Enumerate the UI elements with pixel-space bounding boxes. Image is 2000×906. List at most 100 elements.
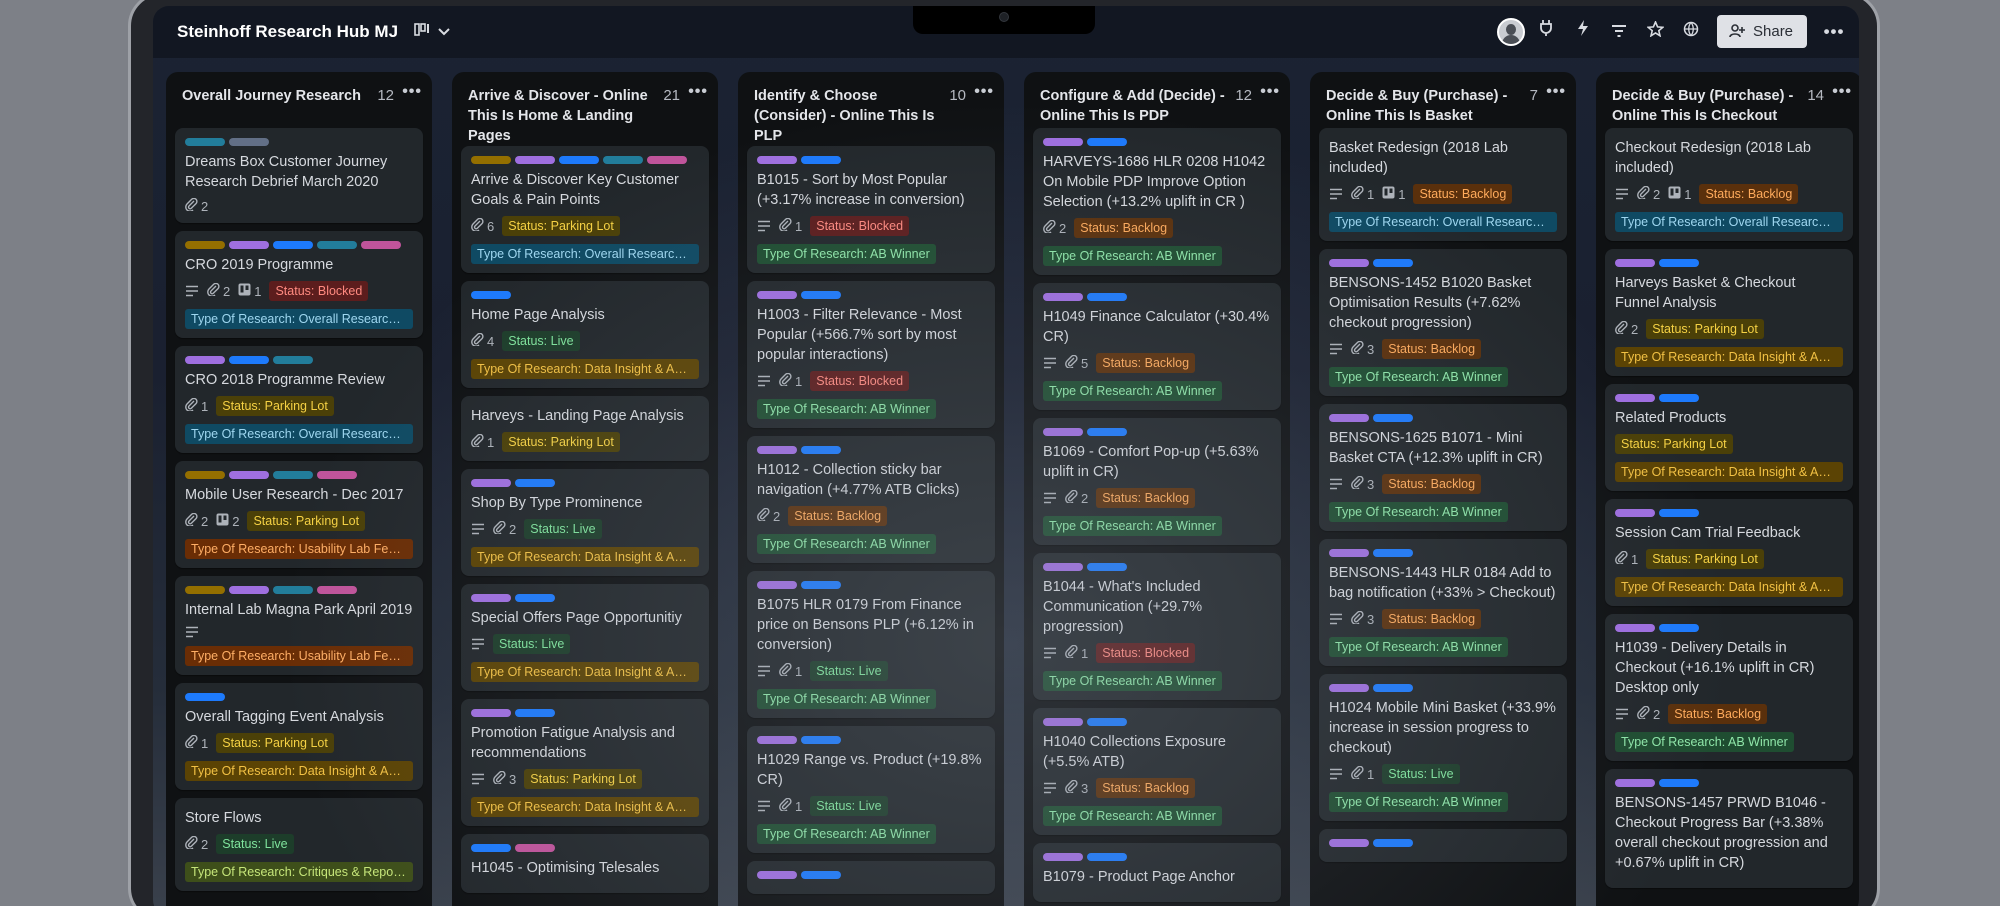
card-labels[interactable]: [471, 156, 699, 164]
card[interactable]: Special Offers Page Opportunitiy Status: …: [461, 584, 709, 691]
list-column[interactable]: Decide & Buy (Purchase) - Online This Is…: [1596, 72, 1859, 906]
card[interactable]: HARVEYS-1686 HLR 0208 H1042 On Mobile PD…: [1033, 128, 1281, 275]
card[interactable]: Home Page Analysis 4 Status: Live Type Of R…: [461, 281, 709, 388]
list-column[interactable]: Arrive & Discover - Online This Is Home …: [452, 72, 718, 906]
list-column[interactable]: Configure & Add (Decide) - Online This I…: [1024, 72, 1290, 906]
card-labels[interactable]: [1615, 624, 1843, 632]
label-blue[interactable]: [471, 844, 511, 852]
label-pink[interactable]: [361, 241, 401, 249]
card[interactable]: H1049 Finance Calculator (+30.4% CR) 5 Sta…: [1033, 283, 1281, 410]
label-pink[interactable]: [317, 471, 357, 479]
card[interactable]: Related Products Status: Parking Lot Type …: [1605, 384, 1853, 491]
card-labels[interactable]: [471, 291, 699, 299]
card-labels[interactable]: [1615, 394, 1843, 402]
card[interactable]: Arrive & Discover Key Customer Goals & P…: [461, 146, 709, 273]
label-blue[interactable]: [1087, 428, 1127, 436]
label-purple[interactable]: [1329, 414, 1369, 422]
list-column[interactable]: Identify & Choose (Consider) - Online Th…: [738, 72, 1004, 906]
card-labels[interactable]: [757, 446, 985, 454]
label-teal[interactable]: [273, 356, 313, 364]
automation-icon[interactable]: [1570, 19, 1596, 45]
label-teal[interactable]: [317, 241, 357, 249]
label-purple[interactable]: [229, 241, 269, 249]
label-pink[interactable]: [515, 844, 555, 852]
card-labels[interactable]: [185, 471, 413, 479]
label-purple[interactable]: [185, 356, 225, 364]
share-button[interactable]: Share: [1717, 15, 1807, 48]
card-labels[interactable]: [1329, 259, 1557, 267]
card-labels[interactable]: [1329, 414, 1557, 422]
list-title[interactable]: Decide & Buy (Purchase) - Online This Is…: [1612, 88, 1793, 124]
label-purple[interactable]: [1329, 549, 1369, 557]
card[interactable]: [747, 861, 995, 894]
chevron-down-icon[interactable]: [431, 19, 457, 45]
label-blue[interactable]: [801, 581, 841, 589]
label-purple[interactable]: [229, 471, 269, 479]
card-labels[interactable]: [1043, 138, 1271, 146]
card[interactable]: CRO 2019 Programme 2 1 Status: Blocked Type …: [175, 231, 423, 338]
card[interactable]: H1012 - Collection sticky bar navigation…: [747, 436, 995, 563]
label-purple[interactable]: [757, 156, 797, 164]
card-labels[interactable]: [185, 241, 413, 249]
card[interactable]: Dreams Box Customer Journey Research Deb…: [175, 128, 423, 223]
card[interactable]: CRO 2018 Programme Review 1 Status: Parkin…: [175, 346, 423, 453]
card-labels[interactable]: [757, 736, 985, 744]
member-avatar[interactable]: [1497, 18, 1525, 46]
filter-icon[interactable]: [1606, 19, 1632, 45]
list-title[interactable]: Identify & Choose (Consider) - Online Th…: [754, 88, 934, 144]
card[interactable]: Internal Lab Magna Park April 2019 Type O…: [175, 576, 423, 675]
label-purple[interactable]: [1329, 684, 1369, 692]
label-purple[interactable]: [1615, 624, 1655, 632]
label-blue[interactable]: [1373, 684, 1413, 692]
list-header[interactable]: Decide & Buy (Purchase) - Online This Is…: [1596, 72, 1859, 128]
label-purple[interactable]: [229, 586, 269, 594]
card-labels[interactable]: [1043, 853, 1271, 861]
more-icon[interactable]: •••: [1821, 19, 1847, 45]
label-blue[interactable]: [1659, 259, 1699, 267]
card[interactable]: B1075 HLR 0179 From Finance price on Ben…: [747, 571, 995, 718]
label-olive[interactable]: [185, 241, 225, 249]
label-teal[interactable]: [273, 471, 313, 479]
list-more-icon[interactable]: •••: [1832, 82, 1852, 102]
card-labels[interactable]: [185, 138, 413, 146]
card[interactable]: BENSONS-1625 B1071 - Mini Basket CTA (+1…: [1319, 404, 1567, 531]
label-blue[interactable]: [229, 356, 269, 364]
card-labels[interactable]: [1615, 509, 1843, 517]
label-blue[interactable]: [1373, 414, 1413, 422]
card[interactable]: H1039 - Delivery Details in Checkout (+1…: [1605, 614, 1853, 761]
label-blue[interactable]: [1659, 394, 1699, 402]
label-blue[interactable]: [273, 241, 313, 249]
label-teal[interactable]: [185, 138, 225, 146]
label-teal[interactable]: [273, 586, 313, 594]
label-blue[interactable]: [1659, 624, 1699, 632]
card-labels[interactable]: [1043, 563, 1271, 571]
label-blue[interactable]: [1373, 549, 1413, 557]
list-title[interactable]: Configure & Add (Decide) - Online This I…: [1040, 88, 1225, 124]
label-blue[interactable]: [185, 693, 225, 701]
label-purple[interactable]: [1615, 779, 1655, 787]
card[interactable]: Basket Redesign (2018 Lab included) 1 1 Sta…: [1319, 128, 1567, 241]
label-purple[interactable]: [1329, 839, 1369, 847]
card[interactable]: BENSONS-1457 PRWD B1046 - Checkout Progr…: [1605, 769, 1853, 888]
list-header[interactable]: Identify & Choose (Consider) - Online Th…: [738, 72, 1004, 146]
label-blue[interactable]: [515, 709, 555, 717]
card-labels[interactable]: [1043, 428, 1271, 436]
label-purple[interactable]: [1043, 718, 1083, 726]
card[interactable]: B1069 - Comfort Pop-up (+5.63% uplift in…: [1033, 418, 1281, 545]
label-blue[interactable]: [801, 736, 841, 744]
list-more-icon[interactable]: •••: [402, 82, 422, 102]
card[interactable]: B1015 - Sort by Most Popular (+3.17% inc…: [747, 146, 995, 273]
card-labels[interactable]: [471, 709, 699, 717]
label-purple[interactable]: [471, 479, 511, 487]
card[interactable]: Overall Tagging Event Analysis 1 Status: P…: [175, 683, 423, 790]
label-blue[interactable]: [1659, 509, 1699, 517]
list-title[interactable]: Arrive & Discover - Online This Is Home …: [468, 88, 648, 144]
card[interactable]: Checkout Redesign (2018 Lab included) 2 1 S…: [1605, 128, 1853, 241]
card[interactable]: H1029 Range vs. Product (+19.8% CR) 1 Stat…: [747, 726, 995, 853]
label-purple[interactable]: [1615, 394, 1655, 402]
card[interactable]: H1045 - Optimising Telesales: [461, 834, 709, 893]
label-gray[interactable]: [229, 138, 269, 146]
card[interactable]: H1040 Collections Exposure (+5.5% ATB) 3 S…: [1033, 708, 1281, 835]
label-blue[interactable]: [1659, 779, 1699, 787]
label-blue[interactable]: [1087, 853, 1127, 861]
